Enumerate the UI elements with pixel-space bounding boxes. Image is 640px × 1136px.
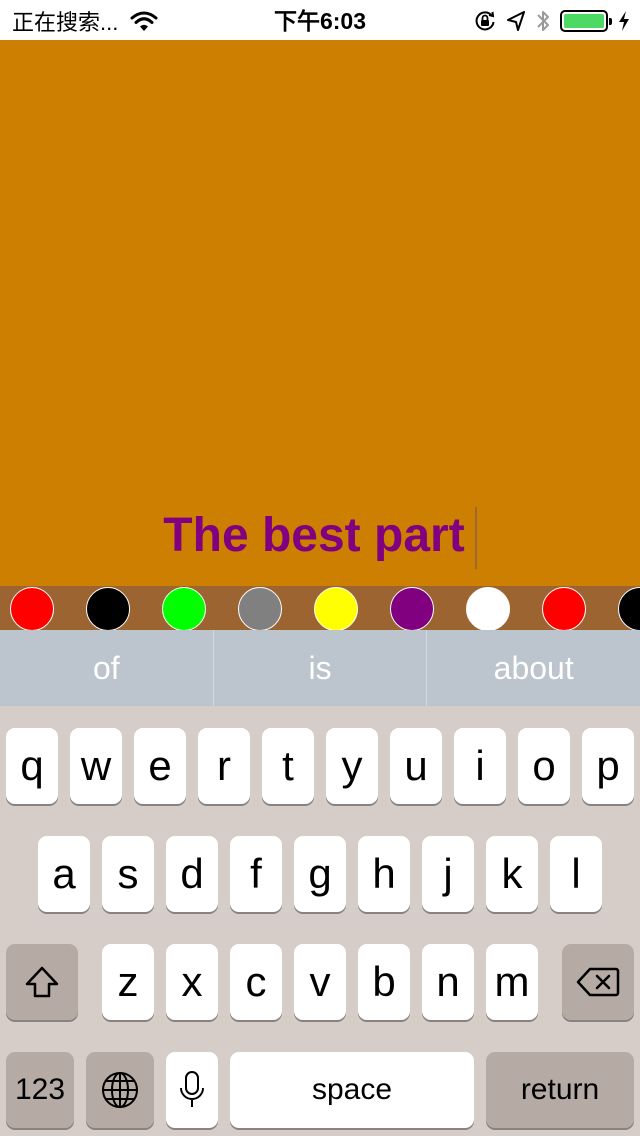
color-swatch-yellow[interactable] xyxy=(314,587,358,630)
color-swatch-white[interactable] xyxy=(466,587,510,630)
key-h[interactable]: h xyxy=(358,836,410,912)
location-icon xyxy=(507,11,525,31)
key-r[interactable]: r xyxy=(198,728,250,804)
battery-fill xyxy=(564,14,604,28)
dictation-key[interactable] xyxy=(166,1052,218,1128)
backspace-icon xyxy=(576,967,620,997)
caption-text-field[interactable]: The best part xyxy=(0,506,640,570)
key-j[interactable]: j xyxy=(422,836,474,912)
orientation-lock-icon xyxy=(475,11,495,31)
key-k[interactable]: k xyxy=(486,836,538,912)
key-y[interactable]: y xyxy=(326,728,378,804)
shift-icon xyxy=(25,966,59,998)
microphone-icon xyxy=(180,1071,204,1107)
suggestion-2[interactable]: is xyxy=(212,630,427,706)
key-u[interactable]: u xyxy=(390,728,442,804)
key-s[interactable]: s xyxy=(102,836,154,912)
image-canvas[interactable]: The best part xyxy=(0,40,640,586)
numbers-key[interactable]: 123 xyxy=(6,1052,74,1128)
key-l[interactable]: l xyxy=(550,836,602,912)
globe-key[interactable] xyxy=(86,1052,154,1128)
globe-icon xyxy=(102,1072,138,1108)
return-key[interactable]: return xyxy=(486,1052,634,1128)
predictive-text-bar: of is about xyxy=(0,630,640,706)
color-swatch-green[interactable] xyxy=(162,587,206,630)
status-bar: 正在搜索... 下午6:03 xyxy=(0,0,640,40)
key-b[interactable]: b xyxy=(358,944,410,1020)
key-m[interactable]: m xyxy=(486,944,538,1020)
bluetooth-icon xyxy=(537,11,549,31)
key-e[interactable]: e xyxy=(134,728,186,804)
status-right xyxy=(474,8,630,34)
color-swatch-black[interactable] xyxy=(618,587,640,630)
color-palette[interactable] xyxy=(0,586,640,630)
key-p[interactable]: p xyxy=(582,728,634,804)
charging-icon xyxy=(619,11,629,31)
shift-key[interactable] xyxy=(6,944,78,1020)
suggestion-1[interactable]: of xyxy=(0,630,213,706)
key-q[interactable]: q xyxy=(6,728,58,804)
key-f[interactable]: f xyxy=(230,836,282,912)
key-w[interactable]: w xyxy=(70,728,122,804)
key-z[interactable]: z xyxy=(102,944,154,1020)
suggestion-3[interactable]: about xyxy=(426,630,640,706)
key-a[interactable]: a xyxy=(38,836,90,912)
battery-cap xyxy=(609,18,612,25)
color-swatch-gray[interactable] xyxy=(238,587,282,630)
key-v[interactable]: v xyxy=(294,944,346,1020)
battery-icon xyxy=(560,10,612,32)
key-d[interactable]: d xyxy=(166,836,218,912)
key-i[interactable]: i xyxy=(454,728,506,804)
key-g[interactable]: g xyxy=(294,836,346,912)
color-swatch-purple[interactable] xyxy=(390,587,434,630)
keyboard: q w e r t y u i o p a s d f g h j k l z … xyxy=(0,706,640,1136)
key-n[interactable]: n xyxy=(422,944,474,1020)
key-t[interactable]: t xyxy=(262,728,314,804)
key-c[interactable]: c xyxy=(230,944,282,1020)
color-swatch-red[interactable] xyxy=(542,587,586,630)
caption-text: The best part xyxy=(163,509,465,562)
key-x[interactable]: x xyxy=(166,944,218,1020)
delete-key[interactable] xyxy=(562,944,634,1020)
color-swatch-red[interactable] xyxy=(10,587,54,630)
space-key[interactable]: space xyxy=(230,1052,474,1128)
key-o[interactable]: o xyxy=(518,728,570,804)
text-caret xyxy=(474,507,477,570)
color-swatch-black[interactable] xyxy=(86,587,130,630)
